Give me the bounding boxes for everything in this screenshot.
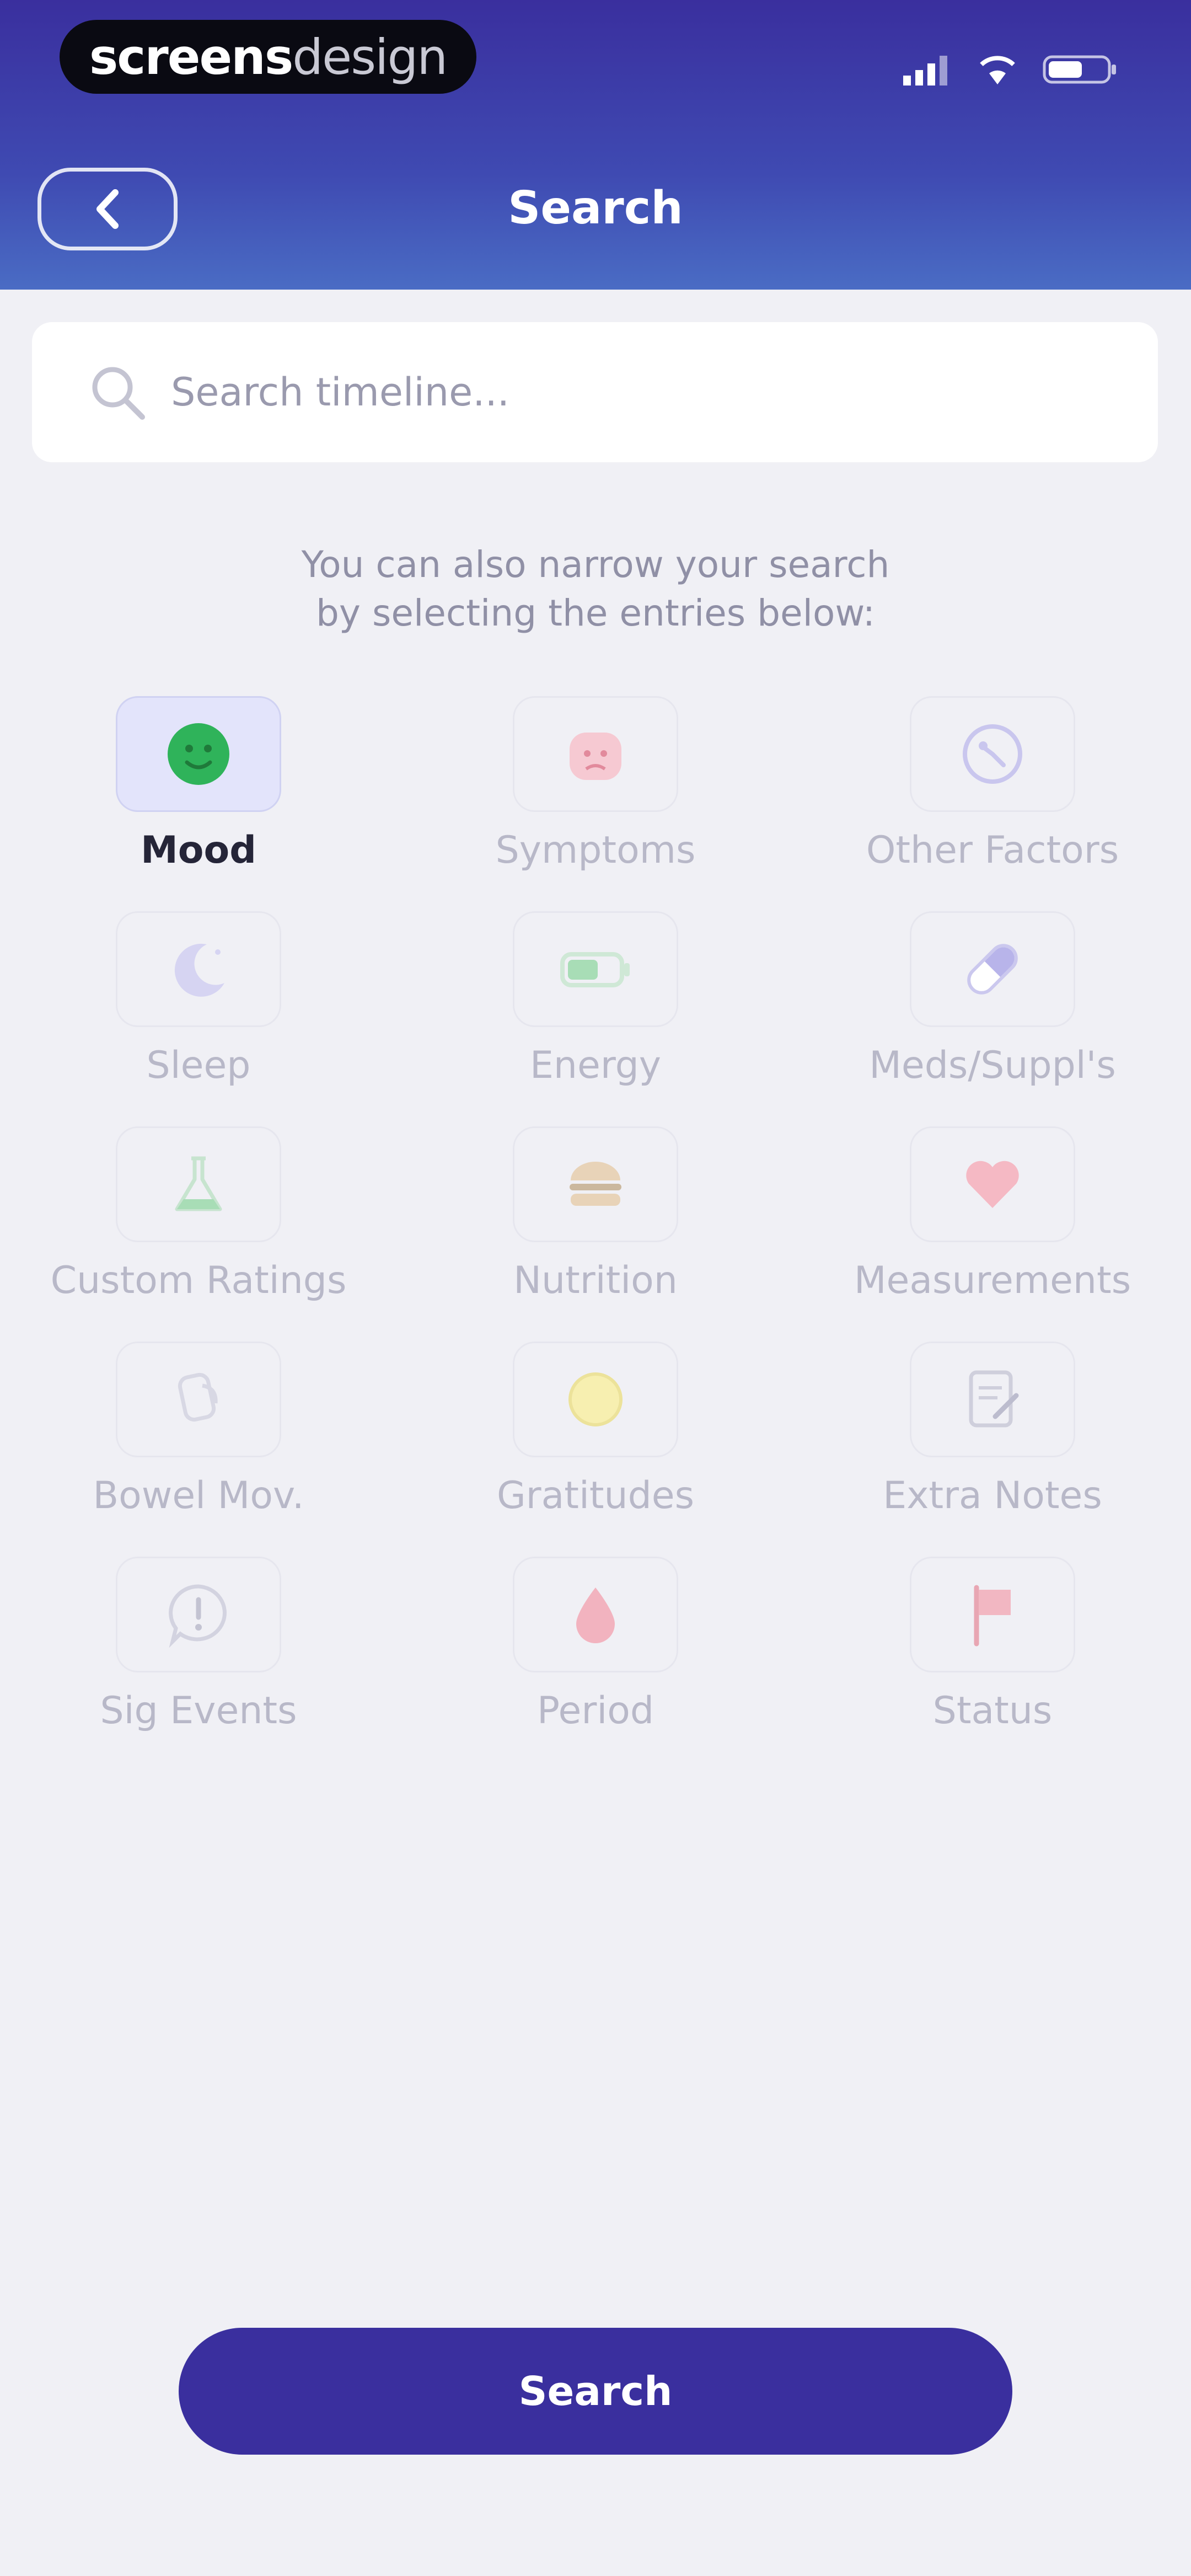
category-tile <box>513 911 678 1027</box>
status-bar <box>903 44 1119 94</box>
moon-icon <box>174 943 224 997</box>
category-tile <box>910 1342 1075 1457</box>
category-tile <box>910 911 1075 1027</box>
category-label: Sig Events <box>100 1689 297 1733</box>
page-title: Search <box>508 182 683 234</box>
search-hint: You can also narrow your search by selec… <box>0 541 1191 638</box>
app-header: screensdesign Search <box>0 0 1191 290</box>
battery-icon <box>560 952 630 987</box>
category-label: Symptoms <box>495 829 696 872</box>
category-label: Custom Ratings <box>50 1259 347 1302</box>
category-tile <box>116 1342 281 1457</box>
category-label: Meds/Suppl's <box>869 1044 1116 1087</box>
mood-face-icon <box>168 723 229 785</box>
category-label: Gratitudes <box>496 1474 695 1517</box>
search-button[interactable]: Search <box>179 2328 1012 2455</box>
category-label: Bowel Mov. <box>93 1474 304 1517</box>
category-energy[interactable]: Energy <box>397 911 794 1110</box>
category-label: Status <box>932 1689 1053 1733</box>
category-other-factors[interactable]: Other Factors <box>794 696 1191 895</box>
category-tile <box>513 1342 678 1457</box>
symptoms-icon <box>570 733 621 780</box>
category-tile <box>910 696 1075 812</box>
brand-part1: screens <box>89 28 293 85</box>
category-tile <box>116 911 281 1027</box>
alert-icon <box>169 1584 227 1648</box>
category-bowel[interactable]: Bowel Mov. <box>0 1342 397 1540</box>
heart-icon <box>966 1161 1019 1208</box>
category-tile <box>910 1557 1075 1672</box>
category-extra-notes[interactable]: Extra Notes <box>794 1342 1191 1540</box>
category-nutrition[interactable]: Nutrition <box>397 1126 794 1325</box>
flag-icon <box>974 1585 1011 1647</box>
search-field[interactable] <box>32 322 1158 462</box>
category-label: Nutrition <box>513 1259 678 1302</box>
flask-icon <box>175 1156 222 1211</box>
category-label: Mood <box>141 829 256 872</box>
drop-icon <box>576 1588 615 1643</box>
brand-part2: design <box>292 28 448 85</box>
category-tile <box>513 696 678 812</box>
search-icon <box>92 367 145 420</box>
category-status[interactable]: Status <box>794 1557 1191 1755</box>
battery-status-icon <box>1043 55 1116 84</box>
category-tile <box>910 1126 1075 1242</box>
category-tile <box>513 1126 678 1242</box>
category-label: Energy <box>529 1044 662 1087</box>
hint-line-1: You can also narrow your search <box>301 543 890 586</box>
category-mood[interactable]: Mood <box>0 696 397 895</box>
brand-logo: screensdesign <box>60 20 476 94</box>
category-label: Extra Notes <box>883 1474 1102 1517</box>
brand-text: screensdesign <box>89 28 448 85</box>
sun-icon <box>568 1372 623 1426</box>
category-period[interactable]: Period <box>397 1557 794 1755</box>
category-label: Other Factors <box>866 829 1119 872</box>
other-factors-icon <box>963 724 1022 784</box>
category-label: Sleep <box>146 1044 251 1087</box>
burger-icon <box>570 1162 621 1206</box>
bowel-icon <box>178 1372 218 1422</box>
category-label: Period <box>537 1689 654 1733</box>
category-tile <box>116 1126 281 1242</box>
hint-line-2: by selecting the entries below: <box>316 592 875 634</box>
category-meds[interactable]: Meds/Suppl's <box>794 911 1191 1110</box>
category-tile <box>116 1557 281 1672</box>
signal-icon <box>903 56 947 85</box>
category-tile <box>116 696 281 812</box>
search-input[interactable] <box>170 369 1109 415</box>
category-symptoms[interactable]: Symptoms <box>397 696 794 895</box>
category-label: Measurements <box>854 1259 1131 1302</box>
category-sig-events[interactable]: Sig Events <box>0 1557 397 1755</box>
category-custom-ratings[interactable]: Custom Ratings <box>0 1126 397 1325</box>
note-icon <box>969 1370 1019 1428</box>
category-gratitudes[interactable]: Gratitudes <box>397 1342 794 1540</box>
category-sleep[interactable]: Sleep <box>0 911 397 1110</box>
category-measurements[interactable]: Measurements <box>794 1126 1191 1325</box>
category-tile <box>513 1557 678 1672</box>
wifi-icon <box>980 56 1015 84</box>
pill-icon <box>967 944 1018 995</box>
